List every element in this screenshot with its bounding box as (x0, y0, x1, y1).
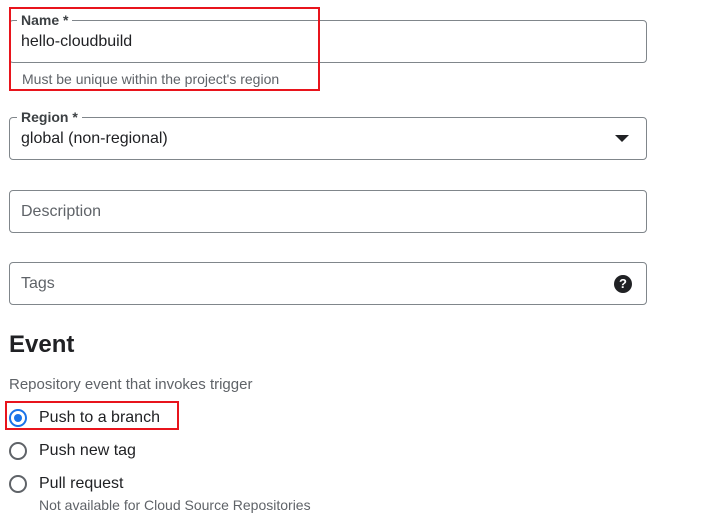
region-selected-value: global (non-regional) (21, 130, 168, 147)
radio-option-push-branch[interactable]: Push to a branch (9, 407, 160, 429)
chevron-down-icon[interactable] (615, 135, 629, 142)
description-field[interactable]: Description (9, 190, 647, 233)
name-hint: Must be unique within the project's regi… (22, 71, 280, 87)
help-icon[interactable]: ? (614, 275, 632, 293)
region-label: Region * (17, 108, 82, 126)
description-placeholder: Description (21, 203, 102, 220)
radio-option-pull-request[interactable]: Pull request (9, 473, 124, 495)
radio-label-pull-request: Pull request (39, 475, 124, 492)
event-section-subtitle: Repository event that invokes trigger (9, 376, 253, 393)
radio-button[interactable] (9, 442, 27, 460)
radio-label-push-branch: Push to a branch (39, 409, 160, 426)
radio-label-push-tag: Push new tag (39, 442, 136, 459)
name-label: Name * (17, 11, 73, 29)
radio-button-checked[interactable] (9, 409, 27, 427)
tags-placeholder: Tags (21, 275, 55, 292)
event-section-title: Event (9, 331, 75, 358)
name-field[interactable]: Name * hello-cloudbuild (9, 11, 647, 63)
radio-option-push-tag[interactable]: Push new tag (9, 440, 136, 462)
radio-button[interactable] (9, 475, 27, 493)
tags-field[interactable]: Tags ? (9, 262, 647, 305)
pull-request-hint: Not available for Cloud Source Repositor… (39, 497, 311, 513)
region-select[interactable]: Region * global (non-regional) (9, 108, 647, 160)
name-input-value[interactable]: hello-cloudbuild (21, 32, 132, 52)
